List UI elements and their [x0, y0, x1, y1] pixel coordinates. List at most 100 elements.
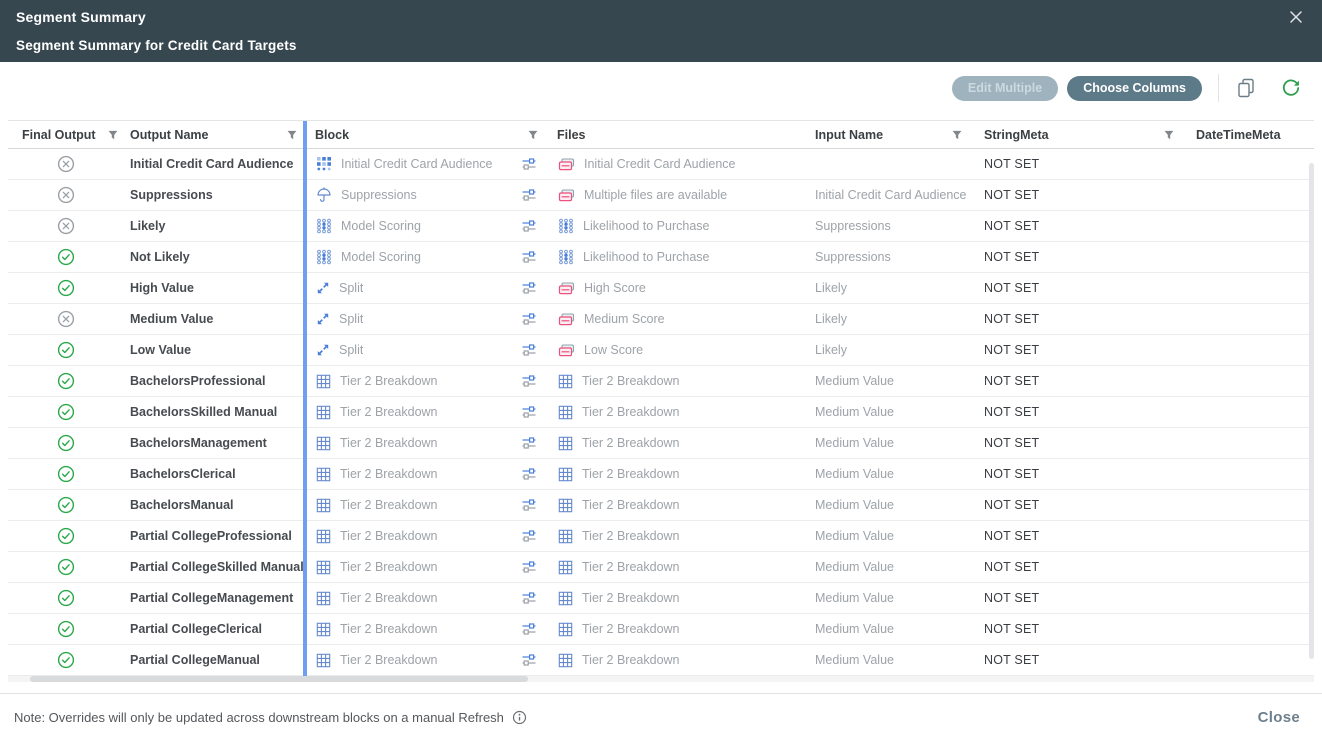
block-settings-icon[interactable]: [521, 342, 537, 358]
x-circle-icon[interactable]: [57, 310, 75, 328]
block-settings-icon[interactable]: [521, 652, 537, 668]
table-row[interactable]: Partial CollegeClericalTier 2 BreakdownT…: [8, 614, 1314, 645]
files-label: Tier 2 Breakdown: [582, 374, 680, 388]
grid-table-icon: [558, 653, 573, 668]
table-body: Initial Credit Card AudienceInitial Cred…: [8, 149, 1314, 676]
output-name-cell: Low Value: [123, 335, 305, 365]
block-label: Split: [339, 281, 363, 295]
table-row[interactable]: Low ValueSplitLow ScoreLikelyNOT SET: [8, 335, 1314, 366]
table-row[interactable]: Not LikelyModel ScoringLikelihood to Pur…: [8, 242, 1314, 273]
filter-icon[interactable]: [1164, 130, 1174, 140]
final-output-cell: [8, 366, 123, 396]
block-content: Tier 2 Breakdown: [316, 436, 438, 451]
table-row[interactable]: BachelorsSkilled ManualTier 2 BreakdownT…: [8, 397, 1314, 428]
stringmeta-cell: NOT SET: [970, 521, 1180, 551]
final-output-cell: [8, 552, 123, 582]
block-settings-icon[interactable]: [521, 311, 537, 327]
x-circle-icon[interactable]: [57, 186, 75, 204]
table-row[interactable]: BachelorsManagementTier 2 BreakdownTier …: [8, 428, 1314, 459]
horizontal-scrollbar[interactable]: [8, 676, 1314, 682]
close-button[interactable]: Close: [1258, 709, 1300, 726]
file-stack-icon: [558, 157, 575, 172]
block-content: Model Scoring: [316, 249, 421, 265]
refresh-icon[interactable]: [1280, 77, 1302, 99]
stringmeta-value: NOT SET: [984, 188, 1039, 202]
check-circle-icon[interactable]: [57, 372, 75, 390]
block-settings-icon[interactable]: [521, 218, 537, 234]
block-settings-icon[interactable]: [521, 466, 537, 482]
filter-icon[interactable]: [108, 130, 118, 140]
grid-table-icon: [316, 591, 331, 606]
check-circle-icon[interactable]: [57, 248, 75, 266]
datetimemeta-cell: [1180, 428, 1314, 458]
block-settings-icon[interactable]: [521, 404, 537, 420]
check-circle-icon[interactable]: [57, 589, 75, 607]
check-circle-icon[interactable]: [57, 341, 75, 359]
output-name-cell: High Value: [123, 273, 305, 303]
table-row[interactable]: BachelorsProfessionalTier 2 BreakdownTie…: [8, 366, 1314, 397]
table-row[interactable]: LikelyModel ScoringLikelihood to Purchas…: [8, 211, 1314, 242]
block-settings-icon[interactable]: [521, 621, 537, 637]
filter-icon[interactable]: [287, 130, 297, 140]
input-name-cell: Medium Value: [800, 583, 970, 613]
block-content: Tier 2 Breakdown: [316, 467, 438, 482]
block-settings-icon[interactable]: [521, 497, 537, 513]
block-settings-icon[interactable]: [521, 373, 537, 389]
table-row[interactable]: BachelorsClericalTier 2 BreakdownTier 2 …: [8, 459, 1314, 490]
check-circle-icon[interactable]: [57, 279, 75, 297]
grid-table-icon: [558, 560, 573, 575]
table-row[interactable]: Partial CollegeSkilled ManualTier 2 Brea…: [8, 552, 1314, 583]
block-settings-icon[interactable]: [521, 435, 537, 451]
final-output-cell: [8, 335, 123, 365]
split-icon: [316, 281, 330, 295]
check-circle-icon[interactable]: [57, 403, 75, 421]
stringmeta-cell: NOT SET: [970, 211, 1180, 241]
block-settings-icon[interactable]: [521, 249, 537, 265]
modal-title: Segment Summary: [16, 9, 1306, 25]
close-icon[interactable]: [1288, 9, 1304, 25]
filter-icon[interactable]: [952, 130, 962, 140]
block-settings-icon[interactable]: [521, 187, 537, 203]
files-label: High Score: [584, 281, 646, 295]
table-row[interactable]: Partial CollegeProfessionalTier 2 Breakd…: [8, 521, 1314, 552]
table-row[interactable]: BachelorsManualTier 2 BreakdownTier 2 Br…: [8, 490, 1314, 521]
output-name-label: BachelorsProfessional: [130, 374, 265, 388]
check-circle-icon[interactable]: [57, 651, 75, 669]
datetimemeta-cell: [1180, 304, 1314, 334]
filter-icon[interactable]: [528, 130, 538, 140]
output-name-cell: Partial CollegeManagement: [123, 583, 305, 613]
vertical-scrollbar-thumb[interactable]: [1309, 163, 1314, 659]
edit-multiple-button[interactable]: Edit Multiple: [952, 76, 1058, 101]
check-circle-icon[interactable]: [57, 620, 75, 638]
choose-columns-button[interactable]: Choose Columns: [1067, 76, 1202, 101]
check-circle-icon[interactable]: [57, 558, 75, 576]
output-name-cell: Suppressions: [123, 180, 305, 210]
check-circle-icon[interactable]: [57, 465, 75, 483]
input-name-label: Medium Value: [815, 498, 894, 512]
x-circle-icon[interactable]: [57, 217, 75, 235]
table-row[interactable]: Medium ValueSplitMedium ScoreLikelyNOT S…: [8, 304, 1314, 335]
block-cell: Split: [305, 304, 550, 334]
datetimemeta-cell: [1180, 149, 1314, 179]
block-settings-icon[interactable]: [521, 156, 537, 172]
input-name-label: Likely: [815, 281, 847, 295]
block-settings-icon[interactable]: [521, 528, 537, 544]
block-settings-icon[interactable]: [521, 559, 537, 575]
info-icon[interactable]: [512, 710, 527, 725]
grid-table-icon: [558, 498, 573, 513]
horizontal-scrollbar-thumb[interactable]: [30, 676, 528, 682]
check-circle-icon[interactable]: [57, 496, 75, 514]
table-row[interactable]: SuppressionsSuppressionsMultiple files a…: [8, 180, 1314, 211]
block-settings-icon[interactable]: [521, 280, 537, 296]
block-cell: Split: [305, 335, 550, 365]
check-circle-icon[interactable]: [57, 527, 75, 545]
check-circle-icon[interactable]: [57, 434, 75, 452]
table-row[interactable]: Partial CollegeManualTier 2 BreakdownTie…: [8, 645, 1314, 676]
table-row[interactable]: Partial CollegeManagementTier 2 Breakdow…: [8, 583, 1314, 614]
block-settings-icon[interactable]: [521, 590, 537, 606]
table-row[interactable]: Initial Credit Card AudienceInitial Cred…: [8, 149, 1314, 180]
table-row[interactable]: High ValueSplitHigh ScoreLikelyNOT SET: [8, 273, 1314, 304]
frozen-columns-divider[interactable]: [303, 121, 307, 676]
x-circle-icon[interactable]: [57, 155, 75, 173]
copy-icon[interactable]: [1235, 77, 1257, 99]
